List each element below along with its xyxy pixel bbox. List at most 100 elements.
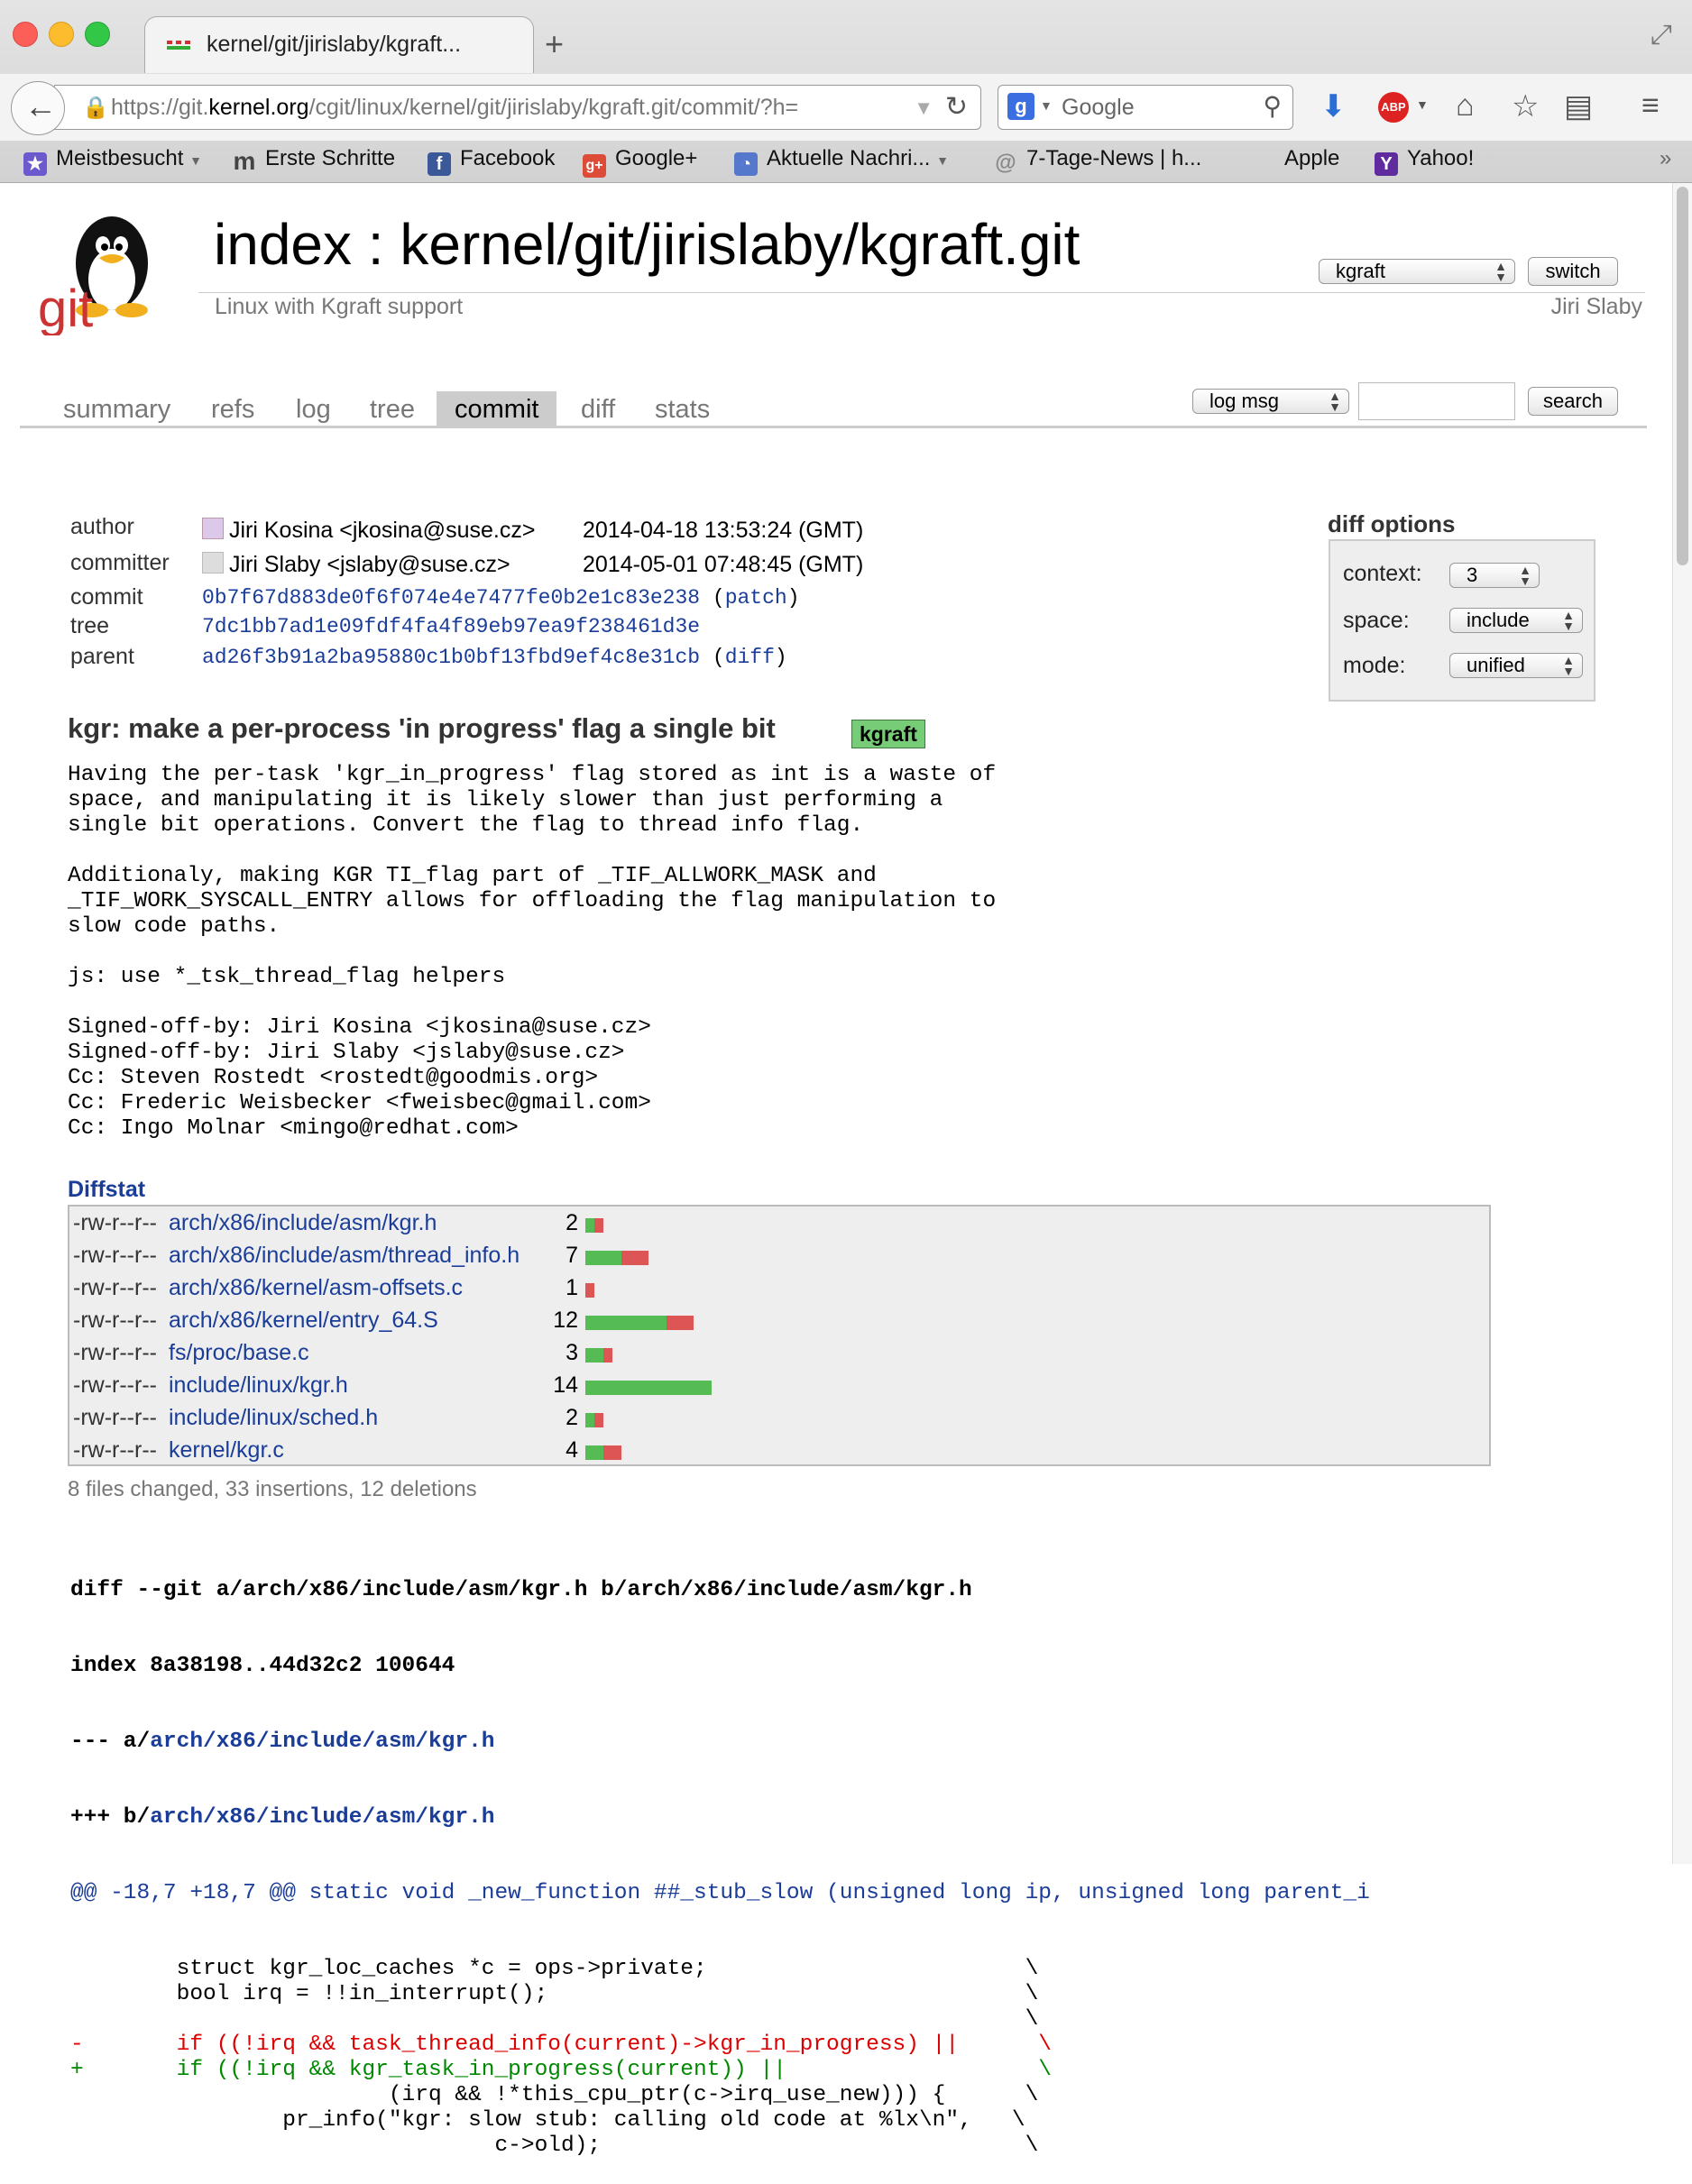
bookmark-google-plus[interactable]: g+ Google+ bbox=[583, 146, 697, 178]
diffstat-file-link[interactable]: arch/x86/kernel/entry_64.S bbox=[169, 1308, 438, 1334]
scrollbar-thumb[interactable] bbox=[1677, 187, 1688, 565]
select-arrows-icon: ▲ ▼ bbox=[1562, 608, 1575, 633]
diffstat-change-count: 14 bbox=[553, 1372, 578, 1398]
diffstat-bar bbox=[585, 1413, 603, 1427]
context-label: context: bbox=[1343, 561, 1422, 586]
diffstat-row: -rw-r--r-- kernel/kgr.c 4 bbox=[69, 1434, 1489, 1466]
committer-date: 2014-05-01 07:48:45 (GMT) bbox=[583, 552, 864, 577]
diffstat-file-link[interactable]: arch/x86/kernel/asm-offsets.c bbox=[169, 1275, 463, 1301]
download-icon[interactable]: ⬇ bbox=[1320, 88, 1347, 124]
author-avatar bbox=[202, 518, 224, 539]
committer-name: Jiri Slaby <jslaby@suse.cz> bbox=[229, 552, 510, 577]
menu-icon[interactable]: ≡ bbox=[1641, 88, 1660, 124]
new-tab-button[interactable]: + bbox=[545, 25, 564, 63]
web-search-bar[interactable]: g ▼ Google ⚲ bbox=[998, 85, 1293, 130]
diffstat-row: -rw-r--r-- fs/proc/base.c 3 bbox=[69, 1336, 1489, 1369]
diffstat-file-link[interactable]: arch/x86/include/asm/kgr.h bbox=[169, 1210, 437, 1236]
reload-icon[interactable]: ↻ bbox=[945, 91, 968, 123]
mode-select[interactable]: unified ▲ ▼ bbox=[1449, 653, 1583, 678]
file-mode: -rw-r--r-- bbox=[73, 1405, 157, 1430]
bookmarks-overflow-icon[interactable]: » bbox=[1660, 146, 1671, 171]
author-name: Jiri Kosina <jkosina@suse.cz> bbox=[229, 518, 536, 543]
search-input[interactable] bbox=[1358, 382, 1515, 420]
author-date: 2014-04-18 13:53:24 (GMT) bbox=[583, 518, 864, 543]
tab-diff[interactable]: diff bbox=[581, 391, 615, 426]
cgit-favicon-icon bbox=[167, 41, 190, 50]
diff-old-file-link[interactable]: arch/x86/include/asm/kgr.h bbox=[150, 1730, 494, 1754]
diffstat-change-count: 7 bbox=[566, 1243, 578, 1268]
tab-summary[interactable]: summary bbox=[63, 391, 170, 426]
branch-select[interactable]: kgraft ▲ ▼ bbox=[1319, 259, 1515, 284]
url-bar[interactable]: 🔒 https://git.kernel.org/cgit/linux/kern… bbox=[54, 85, 981, 130]
search-icon[interactable]: ⚲ bbox=[1263, 91, 1282, 121]
tab-stats[interactable]: stats bbox=[655, 391, 710, 426]
close-window-button[interactable] bbox=[13, 22, 38, 47]
parent-hash-link[interactable]: ad26f3b91a2ba95880c1b0bf13fbd9ef4c8e31cb bbox=[202, 646, 700, 669]
diffstat-row: -rw-r--r-- include/linux/sched.h 2 bbox=[69, 1401, 1489, 1434]
tab-refs[interactable]: refs bbox=[211, 391, 254, 426]
bookmark-aktuelle-nachrichten[interactable]: ◔ Aktuelle Nachri... ▼ bbox=[734, 146, 949, 176]
diff-context-line: bool irq = !!in_interrupt(); \ bbox=[70, 1982, 1039, 2006]
diffstat-change-count: 2 bbox=[566, 1405, 578, 1430]
history-dropdown-icon[interactable]: ▼ bbox=[914, 96, 933, 120]
search-button[interactable]: search bbox=[1528, 387, 1618, 416]
context-select[interactable]: 3 ▲ ▼ bbox=[1449, 563, 1540, 588]
patch-link[interactable]: patch bbox=[725, 586, 787, 610]
zoom-window-button[interactable] bbox=[85, 22, 110, 47]
bookmark-facebook[interactable]: f Facebook bbox=[428, 146, 555, 176]
diff-new-file-link[interactable]: arch/x86/include/asm/kgr.h bbox=[150, 1805, 494, 1830]
header-divider bbox=[198, 292, 1645, 293]
diff-git-header: diff --git a/arch/x86/include/asm/kgr.h … bbox=[70, 1578, 972, 1602]
browser-tab[interactable]: kernel/git/jirislaby/kgraft... bbox=[144, 16, 534, 73]
diff-link[interactable]: diff bbox=[725, 646, 775, 669]
parent-hash-row: ad26f3b91a2ba95880c1b0bf13fbd9ef4c8e31cb… bbox=[202, 646, 787, 669]
branch-badge[interactable]: kgraft bbox=[851, 720, 925, 748]
repo-description: Linux with Kgraft support bbox=[215, 294, 464, 319]
diffstat-file-link[interactable]: kernel/kgr.c bbox=[169, 1437, 284, 1464]
diffstat-file-link[interactable]: arch/x86/include/asm/thread_info.h bbox=[169, 1243, 520, 1269]
commit-hash-link[interactable]: 0b7f67d883de0f6f074e4e7477fe0b2e1c83e238 bbox=[202, 586, 700, 610]
bookmark-meistbesucht[interactable]: ★ Meistbesucht ▼ bbox=[23, 146, 202, 176]
tree-hash-link[interactable]: 7dc1bb7ad1e09fdf4fa4f89eb97ea9f238461d3e bbox=[202, 615, 700, 638]
bookmarks-menu-icon[interactable]: ▤ bbox=[1564, 88, 1593, 124]
diffstat-bar bbox=[585, 1283, 594, 1298]
tree-hash-row: 7dc1bb7ad1e09fdf4fa4f89eb97ea9f238461d3e bbox=[202, 615, 700, 638]
tab-tree[interactable]: tree bbox=[370, 391, 415, 426]
diffstat-title[interactable]: Diffstat bbox=[68, 1177, 145, 1203]
bookmark-erste-schritte[interactable]: m Erste Schritte bbox=[233, 146, 396, 174]
commit-subject: kgr: make a per-process 'in progress' fl… bbox=[68, 712, 776, 744]
fullscreen-icon[interactable]: ⤢ bbox=[1651, 20, 1672, 50]
engine-dropdown-icon[interactable]: ▼ bbox=[1040, 98, 1053, 113]
cgit-tux-logo-icon: git bbox=[38, 216, 148, 335]
adblock-icon[interactable]: ABP bbox=[1378, 92, 1409, 123]
search-mode-select[interactable]: log msg ▲ ▼ bbox=[1192, 389, 1349, 414]
svg-text:git: git bbox=[38, 280, 93, 335]
diffstat-file-link[interactable]: include/linux/sched.h bbox=[169, 1405, 378, 1431]
bookmark-star-icon[interactable]: ☆ bbox=[1512, 88, 1539, 124]
diffstat-file-link[interactable]: include/linux/kgr.h bbox=[169, 1372, 348, 1399]
lock-icon: 🔒 bbox=[82, 96, 109, 120]
insertions-bar bbox=[585, 1218, 594, 1233]
file-mode: -rw-r--r-- bbox=[73, 1372, 157, 1398]
bookmark-yahoo[interactable]: Y Yahoo! bbox=[1375, 146, 1474, 176]
insertions-bar bbox=[585, 1348, 603, 1363]
page-scrollbar[interactable] bbox=[1672, 183, 1692, 1864]
diff-context-line: \ bbox=[70, 2007, 1039, 2032]
switch-button[interactable]: switch bbox=[1528, 257, 1618, 286]
tab-commit[interactable]: commit bbox=[437, 391, 557, 426]
bookmark-7-tage-news[interactable]: @7-Tage-News | h... bbox=[994, 146, 1201, 175]
diffstat-bar bbox=[585, 1251, 648, 1265]
deletions-bar bbox=[594, 1218, 603, 1233]
home-icon[interactable]: ⌂ bbox=[1456, 88, 1475, 124]
diffstat-file-link[interactable]: fs/proc/base.c bbox=[169, 1340, 309, 1366]
tab-log[interactable]: log bbox=[296, 391, 331, 426]
star-folder-icon: ★ bbox=[23, 152, 47, 176]
commit-message: Having the per-task 'kgr_in_progress' fl… bbox=[68, 763, 997, 1141]
mode-label: mode: bbox=[1343, 653, 1406, 678]
navigation-bar: 🔒 https://git.kernel.org/cgit/linux/kern… bbox=[0, 74, 1692, 141]
bookmark-apple[interactable]: Apple bbox=[1252, 146, 1339, 171]
adblock-dropdown-icon[interactable]: ▼ bbox=[1416, 97, 1429, 112]
back-button[interactable]: ← bbox=[11, 81, 65, 135]
space-select[interactable]: include ▲ ▼ bbox=[1449, 608, 1583, 633]
minimize-window-button[interactable] bbox=[49, 22, 74, 47]
